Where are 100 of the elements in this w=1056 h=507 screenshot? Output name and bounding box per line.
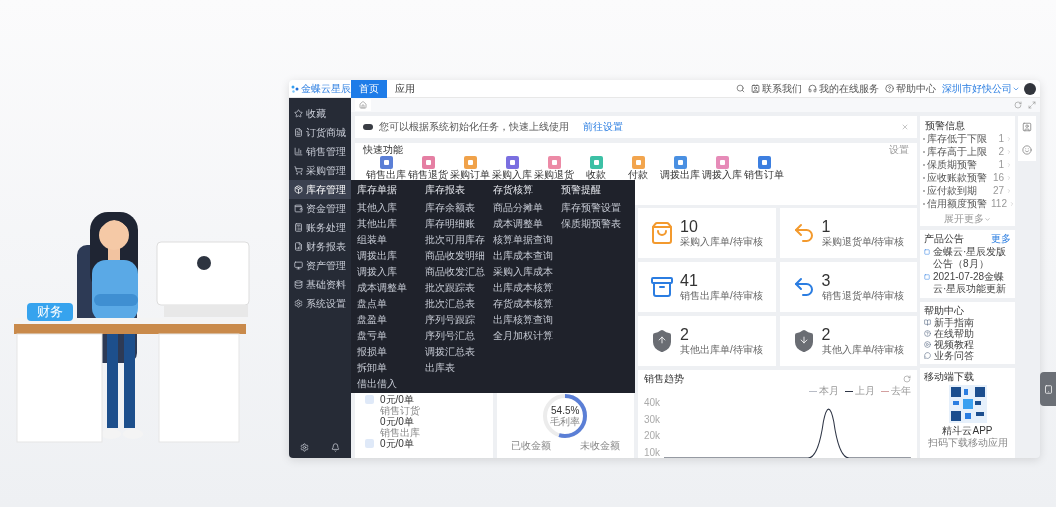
header-link[interactable]: 我的在线服务 <box>808 82 879 95</box>
announcement-link[interactable]: 金蝶云·星辰发版公告（8月） <box>933 246 1011 270</box>
side-tab-button[interactable] <box>1040 372 1056 406</box>
quick-function-item[interactable]: 调拨出库 <box>659 156 701 180</box>
sidebar-item[interactable]: 资金管理 <box>289 199 351 218</box>
refresh-icon[interactable] <box>903 375 911 383</box>
menu-item[interactable]: 出库表 <box>425 360 493 376</box>
bell-icon[interactable] <box>331 443 340 452</box>
sidebar-item[interactable]: 账务处理 <box>289 218 351 237</box>
smiley-icon[interactable] <box>1022 144 1032 155</box>
sidebar-item[interactable]: 基础资料 <box>289 275 351 294</box>
menu-item[interactable]: 成本调整单 <box>493 216 561 232</box>
stat-card[interactable]: 3 销售退货单/待审核 <box>779 262 917 312</box>
quick-function-item[interactable]: 调拨入库 <box>701 156 743 180</box>
menu-item[interactable]: 出库成本查询 <box>493 248 561 264</box>
card-title: 快速功能 <box>363 145 403 155</box>
menu-item[interactable]: 采购入库成本 <box>493 264 561 280</box>
sidebar-item[interactable]: 收藏 <box>289 104 351 123</box>
menu-item[interactable]: 核算单据查询 <box>493 232 561 248</box>
warning-item[interactable]: 保质期预警 1 <box>923 158 1012 171</box>
nav-tab[interactable]: 首页 <box>351 80 387 98</box>
legend-item: 去年 <box>881 385 911 397</box>
menu-item[interactable]: 报损单 <box>357 344 425 360</box>
warning-item[interactable]: 库存高于上限 2 <box>923 145 1012 158</box>
quick-function-item[interactable]: 付款 <box>617 156 659 180</box>
quick-function-item[interactable]: 销售出库 <box>365 156 407 180</box>
menu-item[interactable]: 拆卸单 <box>357 360 425 376</box>
sidebar-item[interactable]: 系统设置 <box>289 294 351 313</box>
menu-item[interactable]: 批次跟踪表 <box>425 280 493 296</box>
stat-card[interactable]: 41 销售出库单/待审核 <box>638 262 776 312</box>
notice-link[interactable]: 前往设置 <box>583 121 623 133</box>
stat-card[interactable]: 1 采购退货单/待审核 <box>779 208 917 258</box>
menu-item[interactable]: 存货成本核算 <box>493 296 561 312</box>
menu-item[interactable]: 商品收发明细 <box>425 248 493 264</box>
announcement-link[interactable]: 2021-07-28金蝶云·星辰功能更新 <box>933 271 1011 295</box>
home-tab[interactable] <box>355 99 371 111</box>
caret-icon <box>984 215 991 223</box>
menu-item[interactable]: 序列号跟踪 <box>425 312 493 328</box>
menu-item[interactable]: 调拨入库 <box>357 264 425 280</box>
stat-card[interactable]: 10 采购入库单/待审核 <box>638 208 776 258</box>
fullscreen-icon[interactable] <box>1028 101 1036 109</box>
menu-item[interactable]: 借出借入 <box>357 376 425 392</box>
close-icon[interactable] <box>901 123 909 131</box>
refresh-icon[interactable] <box>1014 101 1022 109</box>
contact-card-icon <box>751 84 760 93</box>
stat-label: 销售退货单/待审核 <box>821 290 905 302</box>
menu-item[interactable]: 盘亏单 <box>357 328 425 344</box>
header-link[interactable]: 联系我们 <box>751 82 802 95</box>
menu-item[interactable]: 商品分摊单 <box>493 200 561 216</box>
menu-item[interactable]: 其他出库 <box>357 216 425 232</box>
help-link[interactable]: 在线帮助 <box>924 328 1011 339</box>
menu-item[interactable]: 库存预警设置 <box>561 200 629 216</box>
menu-item[interactable]: 全月加权计算 <box>493 328 561 344</box>
company-selector[interactable]: 深圳市好快公司 <box>942 82 1020 95</box>
stat-card[interactable]: 2 其他出库单/待审核 <box>638 316 776 366</box>
warning-item[interactable]: 信用额度预警 112 <box>923 197 1012 210</box>
avatar[interactable] <box>1024 82 1036 95</box>
profile-icon[interactable] <box>1022 122 1032 133</box>
menu-item[interactable]: 保质期预警表 <box>561 216 629 232</box>
sidebar-item[interactable]: 订货商城 <box>289 123 351 142</box>
sidebar-item[interactable]: 资产管理 <box>289 256 351 275</box>
menu-item[interactable]: 批次可用库存 <box>425 232 493 248</box>
menu-item[interactable]: 批次汇总表 <box>425 296 493 312</box>
warning-item[interactable]: 库存低于下限 1 <box>923 132 1012 145</box>
menu-item[interactable]: 其他入库 <box>357 200 425 216</box>
quick-function-item[interactable]: 收款 <box>575 156 617 180</box>
sidebar-item[interactable]: 销售管理 <box>289 142 351 161</box>
stat-card[interactable]: 2 其他入库单/待审核 <box>779 316 917 366</box>
shopping-bag-icon <box>650 221 674 245</box>
timeline-text: 0元/0单 <box>380 416 415 427</box>
quick-function-item[interactable]: 采购订单 <box>449 156 491 180</box>
header-link[interactable]: 帮助中心 <box>885 82 936 95</box>
warning-item[interactable]: 应付款到期 27 <box>923 184 1012 197</box>
more-link[interactable]: 更多 <box>991 233 1011 245</box>
menu-item[interactable]: 调拨出库 <box>357 248 425 264</box>
menu-item[interactable]: 序列号汇总 <box>425 328 493 344</box>
sidebar-item[interactable]: 采购管理 <box>289 161 351 180</box>
menu-item[interactable]: 出库成本核算 <box>493 280 561 296</box>
menu-item[interactable]: 出库核算查询 <box>493 312 561 328</box>
menu-item[interactable]: 库存明细账 <box>425 216 493 232</box>
menu-item[interactable]: 库存余额表 <box>425 200 493 216</box>
sidebar-item[interactable]: 财务报表 <box>289 237 351 256</box>
menu-item[interactable]: 商品收发汇总 <box>425 264 493 280</box>
menu-item[interactable]: 组装单 <box>357 232 425 248</box>
menu-item[interactable]: 成本调整单 <box>357 280 425 296</box>
warning-item[interactable]: 应收账款预警 16 <box>923 171 1012 184</box>
help-link[interactable]: 新手指南 <box>924 317 1011 328</box>
settings-icon[interactable] <box>300 443 309 452</box>
quick-function-item[interactable]: 销售订单 <box>743 156 785 180</box>
menu-item[interactable]: 调拨汇总表 <box>425 344 493 360</box>
quick-function-item[interactable]: 采购入库 <box>491 156 533 180</box>
sidebar-item[interactable]: 库存管理 <box>289 180 351 199</box>
search-icon[interactable] <box>736 84 745 93</box>
menu-item[interactable]: 盘盈单 <box>357 312 425 328</box>
help-link[interactable]: 业务问答 <box>924 350 1011 361</box>
nav-tab[interactable]: 应用 <box>387 80 423 98</box>
help-link[interactable]: 视频教程 <box>924 339 1011 350</box>
quick-function-item[interactable]: 销售退货 <box>407 156 449 180</box>
menu-item[interactable]: 盘点单 <box>357 296 425 312</box>
quick-function-item[interactable]: 采购退货 <box>533 156 575 180</box>
